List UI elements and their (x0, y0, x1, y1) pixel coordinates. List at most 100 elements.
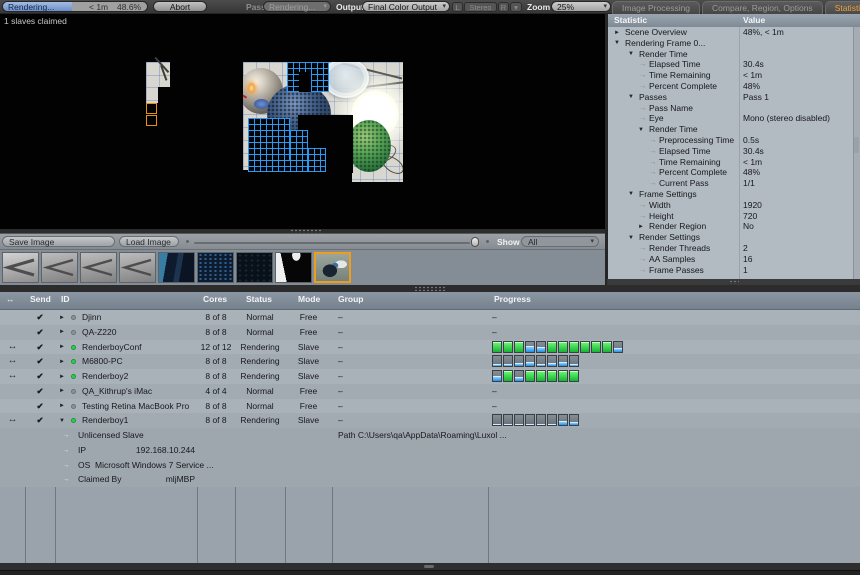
abort-button[interactable]: Abort (153, 1, 207, 12)
thumbnail-render-speckle[interactable] (197, 252, 234, 283)
send-checkmark[interactable]: ✔ (25, 369, 55, 384)
slave-row-djinn[interactable]: ✔►Djinn8 of 8NormalFree–– (0, 310, 860, 325)
stat-row-height[interactable]: →Height720 (608, 211, 852, 222)
stat-label: Frame Passes (649, 265, 704, 276)
slave-row-qa-kithrup-s-imac[interactable]: ✔►QA_Kithrup's iMac4 of 4NormalFree–– (0, 384, 860, 399)
collapse-icon[interactable]: ▼ (628, 92, 634, 103)
collapse-icon[interactable]: ▼ (614, 38, 620, 49)
send-checkmark[interactable]: ✔ (25, 325, 55, 340)
send-checkmark[interactable]: ✔ (25, 399, 55, 414)
collapse-icon[interactable]: ▼ (59, 414, 65, 429)
thumbnail-chevron[interactable] (41, 252, 78, 283)
stat-label: Time Remaining (649, 70, 711, 81)
send-checkmark[interactable]: ✔ (25, 354, 55, 369)
stat-row-time-remaining[interactable]: →Time Remaining< 1m (608, 157, 852, 168)
stat-row-frame-settings[interactable]: ▼Frame Settings (608, 189, 852, 200)
progress-cell (525, 341, 535, 353)
output-dropdown[interactable]: Final Color Output ▾ (362, 1, 450, 12)
slave-row-renderboy1[interactable]: ↔✔▼Renderboy18 of 8RenderingSlave– (0, 413, 860, 428)
statistics-vertical-scrollbar[interactable] (853, 27, 860, 279)
expand-icon[interactable]: ► (59, 311, 65, 326)
stat-row-render-time[interactable]: ▼Render Time (608, 49, 852, 60)
stat-row-aa-samples[interactable]: →AA Samples16 (608, 254, 852, 265)
thumbnail-chevron[interactable] (80, 252, 117, 283)
collapse-icon[interactable]: ▼ (628, 189, 634, 200)
stat-row-render-threads[interactable]: →Render Threads2 (608, 243, 852, 254)
stereo-left-button[interactable]: L (452, 2, 463, 12)
load-image-button[interactable]: Load Image (119, 236, 179, 247)
table-horizontal-scrollbar[interactable] (0, 563, 860, 570)
bucket-grid (290, 130, 308, 172)
pass-dropdown[interactable]: Rendering... ▾ (263, 1, 331, 12)
thumbnail-slider-handle[interactable] (471, 237, 479, 247)
stat-row-elapsed-time[interactable]: →Elapsed Time30.4s (608, 146, 852, 157)
table-splitter[interactable] (0, 285, 860, 292)
tab-statistics[interactable]: Statistics (825, 1, 860, 14)
stat-row-render-time[interactable]: ▼Render Time (608, 124, 852, 135)
stat-row-render-region[interactable]: ►Render RegionNo (608, 221, 852, 232)
tree-elbow-icon: → (649, 135, 657, 146)
render-viewport[interactable]: 1 slaves claimed (0, 14, 605, 229)
slider-max-dot (486, 240, 489, 243)
thumbnail-render-bw[interactable] (275, 252, 312, 283)
stat-label: Percent Complete (659, 167, 727, 178)
stat-row-frame-passes[interactable]: →Frame Passes1 (608, 265, 852, 276)
expand-icon[interactable]: ► (59, 355, 65, 370)
thumbnail-chevron[interactable] (119, 252, 156, 283)
collapse-icon[interactable]: ▼ (628, 233, 634, 244)
collapse-icon[interactable]: ▼ (638, 125, 644, 136)
progress-cell (525, 370, 535, 382)
thumbnail-render-dark[interactable] (236, 252, 273, 283)
stereo-dropdown[interactable]: ▾ (510, 2, 522, 12)
expand-icon[interactable]: ► (59, 325, 65, 340)
expand-icon[interactable]: ► (638, 222, 644, 233)
expand-icon[interactable]: ► (614, 28, 620, 39)
expand-icon[interactable]: ► (59, 370, 65, 385)
stat-row-percent-complete[interactable]: →Percent Complete48% (608, 81, 852, 92)
thumbnail-render-blue[interactable] (158, 252, 195, 283)
tab-compare-region-options[interactable]: Compare, Region, Options (702, 1, 823, 14)
send-checkmark[interactable]: ✔ (25, 413, 55, 428)
slave-row-renderboyconf[interactable]: ↔✔►RenderboyConf12 of 12RenderingSlave– (0, 340, 860, 355)
thumbnail-slider-track[interactable] (194, 242, 470, 244)
stat-row-render-settings[interactable]: ▼Render Settings (608, 232, 852, 243)
slave-progress: – (492, 310, 497, 325)
slave-row-qa-z220[interactable]: ✔►QA-Z2208 of 8NormalFree–– (0, 325, 860, 340)
slave-row-renderboy2[interactable]: ↔✔►Renderboy28 of 8RenderingSlave– (0, 369, 860, 384)
scrollbar-handle[interactable] (424, 565, 434, 568)
stat-row-passes[interactable]: ▼PassesPass 1 (608, 92, 852, 103)
stereo-right-button[interactable]: R (498, 2, 509, 12)
stat-row-current-pass[interactable]: →Current Pass1/1 (608, 178, 852, 189)
progress-cell (536, 414, 546, 426)
stat-row-width[interactable]: →Width1920 (608, 200, 852, 211)
stat-row-scene-overview[interactable]: ►Scene Overview48%, < 1m (608, 27, 852, 38)
stat-row-time-remaining[interactable]: →Time Remaining< 1m (608, 70, 852, 81)
thumbnail-render-photo[interactable] (314, 252, 351, 283)
expand-icon[interactable]: ► (59, 340, 65, 355)
send-checkmark[interactable]: ✔ (25, 310, 55, 325)
tab-image-processing[interactable]: Image Processing (612, 1, 700, 14)
expand-icon[interactable]: ► (59, 384, 65, 399)
scrollbar-handle[interactable] (854, 137, 859, 153)
stat-row-eye[interactable]: →EyeMono (stereo disabled) (608, 113, 852, 124)
send-checkmark[interactable]: ✔ (25, 384, 55, 399)
stereo-button[interactable]: Stereo (464, 2, 497, 12)
expand-icon[interactable]: ► (59, 399, 65, 414)
slave-row-testing-retina-macbook-pro[interactable]: ✔►Testing Retina MacBook Pro8 of 8Normal… (0, 399, 860, 414)
zoom-dropdown[interactable]: 25% ▾ (551, 1, 611, 12)
stat-row-preprocessing-time[interactable]: →Preprocessing Time0.5s (608, 135, 852, 146)
slave-status: Normal (235, 325, 285, 340)
save-image-button[interactable]: Save Image (2, 236, 115, 247)
slave-row-m6800-pc[interactable]: ↔✔►M6800-PC8 of 8RenderingSlave– (0, 354, 860, 369)
collapse-icon[interactable]: ▼ (628, 49, 634, 60)
zoom-label: Zoom (527, 2, 550, 12)
send-checkmark[interactable]: ✔ (25, 340, 55, 355)
show-filter-dropdown[interactable]: All ▾ (521, 236, 599, 247)
thumbnail-chevron-large[interactable] (2, 252, 39, 283)
stat-row-elapsed-time[interactable]: →Elapsed Time30.4s (608, 59, 852, 70)
stat-row-pass-name[interactable]: →Pass Name (608, 103, 852, 114)
tree-elbow-icon: → (62, 443, 70, 458)
stat-row-rendering-frame-0[interactable]: ▼Rendering Frame 0... (608, 38, 852, 49)
status-dot-gray (71, 404, 76, 409)
stat-row-percent-complete[interactable]: →Percent Complete48% (608, 167, 852, 178)
